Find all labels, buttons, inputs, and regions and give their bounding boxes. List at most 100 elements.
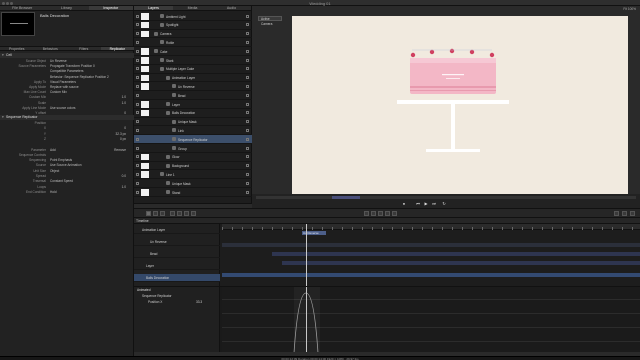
tab-library[interactable]: Library (44, 6, 88, 10)
keyframe-row-name[interactable]: Position X (148, 300, 162, 304)
visibility-checkbox[interactable] (136, 58, 139, 62)
layer-row[interactable]: Stand (134, 188, 252, 197)
visibility-checkbox[interactable] (136, 181, 139, 185)
tab-media[interactable]: Media (173, 6, 212, 10)
timeline-clip[interactable] (222, 243, 640, 247)
visibility-checkbox[interactable] (136, 23, 139, 27)
visibility-checkbox[interactable] (136, 146, 139, 150)
keyframe-row-name[interactable]: Sequence Replicator (142, 294, 172, 298)
param-row[interactable]: X0 (0, 126, 134, 131)
visibility-checkbox[interactable] (136, 155, 139, 159)
param-value[interactable]: Object (50, 169, 59, 174)
add-filter-icon[interactable] (378, 211, 383, 216)
visibility-checkbox[interactable] (136, 172, 139, 176)
graph-playhead[interactable] (306, 287, 307, 353)
param-row[interactable]: Spread 0.0 (0, 174, 134, 179)
tab-replicator[interactable]: Replicator (100, 47, 134, 51)
param-row[interactable]: Source Use Source Animation (0, 163, 134, 168)
lock-icon[interactable] (246, 181, 249, 185)
param-value[interactable]: Point Emphasis (50, 158, 72, 163)
layer-row[interactable]: Layer (134, 100, 252, 109)
lock-icon[interactable] (246, 120, 249, 124)
param-value[interactable]: Constant Speed (50, 179, 73, 184)
mini-timeline-range[interactable] (332, 196, 360, 199)
visibility-checkbox[interactable] (136, 32, 139, 36)
lock-icon[interactable] (246, 172, 249, 176)
lock-icon[interactable] (246, 58, 249, 62)
param-number[interactable]: 0 px (120, 137, 126, 142)
param-value[interactable]: Add (50, 148, 56, 153)
param-number[interactable]: 1.0 (122, 185, 126, 190)
loop-button[interactable]: ↻ (442, 202, 446, 206)
record-button[interactable]: ● (402, 202, 406, 206)
view-layout-2-icon[interactable] (622, 211, 627, 216)
visibility-checkbox[interactable] (136, 14, 139, 18)
layer-row[interactable]: Stark (134, 56, 252, 65)
lock-icon[interactable] (246, 14, 249, 18)
new-group-icon[interactable] (364, 211, 369, 216)
lock-icon[interactable] (246, 32, 249, 36)
view-layout-3-icon[interactable] (630, 211, 635, 216)
lock-icon[interactable] (246, 111, 249, 115)
visibility-checkbox[interactable] (136, 67, 139, 71)
tab-layers[interactable]: Layers (134, 6, 173, 10)
param-row[interactable]: End Condition Hold (0, 190, 134, 195)
play-button[interactable]: ▶ (424, 202, 428, 206)
param-row[interactable]: Sequence Controls (0, 153, 134, 158)
timeline-playhead[interactable] (306, 224, 307, 286)
param-row[interactable]: Z 0 px (0, 137, 134, 142)
timeline-row[interactable]: Bead (134, 250, 220, 258)
visibility-checkbox[interactable] (136, 40, 139, 44)
keyframe-value[interactable]: 33.3 (196, 300, 202, 304)
layer-row[interactable]: Ux Reverse (134, 82, 252, 92)
lock-icon[interactable] (246, 40, 249, 44)
camera-menu[interactable]: Active Camera (258, 16, 282, 26)
param-number[interactable]: 0 (124, 126, 126, 131)
param-number[interactable]: 0.0 (122, 174, 126, 179)
layer-row[interactable]: Sequence Replicator (134, 135, 252, 144)
lock-icon[interactable] (246, 84, 249, 88)
view-options[interactable]: Fit 100% (623, 7, 636, 11)
param-row[interactable]: Y 32.3 px (0, 132, 134, 137)
layer-row[interactable]: Background (134, 162, 252, 171)
text-tool-icon[interactable] (191, 211, 196, 216)
layer-row[interactable]: Rotile (134, 38, 252, 48)
layer-row[interactable]: Spotlight (134, 21, 252, 30)
layer-row[interactable]: Line 1 (134, 170, 252, 180)
visibility-checkbox[interactable] (136, 128, 139, 132)
layer-row[interactable]: Unique Mask (134, 179, 252, 188)
layer-row[interactable]: Group (134, 144, 252, 153)
tab-behaviors[interactable]: Behaviors (34, 47, 68, 51)
visibility-checkbox[interactable] (136, 76, 139, 80)
visibility-checkbox[interactable] (136, 164, 139, 168)
lock-icon[interactable] (246, 23, 249, 27)
timeline-clip[interactable] (272, 252, 640, 256)
timeline-row[interactable]: Animation Layer (134, 226, 220, 234)
visibility-checkbox[interactable] (136, 93, 139, 97)
make-particles-icon[interactable] (385, 211, 390, 216)
tab-filters[interactable]: Filters (67, 47, 101, 51)
layer-row[interactable]: Animation Layer (134, 74, 252, 83)
layer-row[interactable]: Camera (134, 30, 252, 39)
pan-tool-icon[interactable] (153, 211, 158, 216)
lock-icon[interactable] (246, 137, 249, 141)
timeline-row[interactable]: Layer (134, 262, 220, 270)
visibility-checkbox[interactable] (136, 111, 139, 115)
mini-timeline-track[interactable] (256, 196, 636, 199)
param-number[interactable]: Remove (114, 148, 126, 153)
lock-icon[interactable] (246, 128, 249, 132)
lock-icon[interactable] (246, 102, 249, 106)
visibility-checkbox[interactable] (136, 102, 139, 106)
mask-tool-icon[interactable] (177, 211, 182, 216)
visibility-checkbox[interactable] (136, 190, 139, 194)
layer-row[interactable]: Unique Mask (134, 118, 252, 127)
timeline-row-selected[interactable]: Balls Decoration (134, 274, 220, 282)
param-row[interactable] (0, 142, 134, 147)
sequence-section-header[interactable]: Sequence Replicator (0, 115, 134, 120)
tab-properties[interactable]: Properties (0, 47, 34, 51)
visibility-checkbox[interactable] (136, 120, 139, 124)
lock-icon[interactable] (246, 67, 249, 71)
lock-icon[interactable] (246, 93, 249, 97)
layer-row[interactable]: Bead (134, 91, 252, 100)
layer-row[interactable]: Ambient Light (134, 12, 252, 21)
